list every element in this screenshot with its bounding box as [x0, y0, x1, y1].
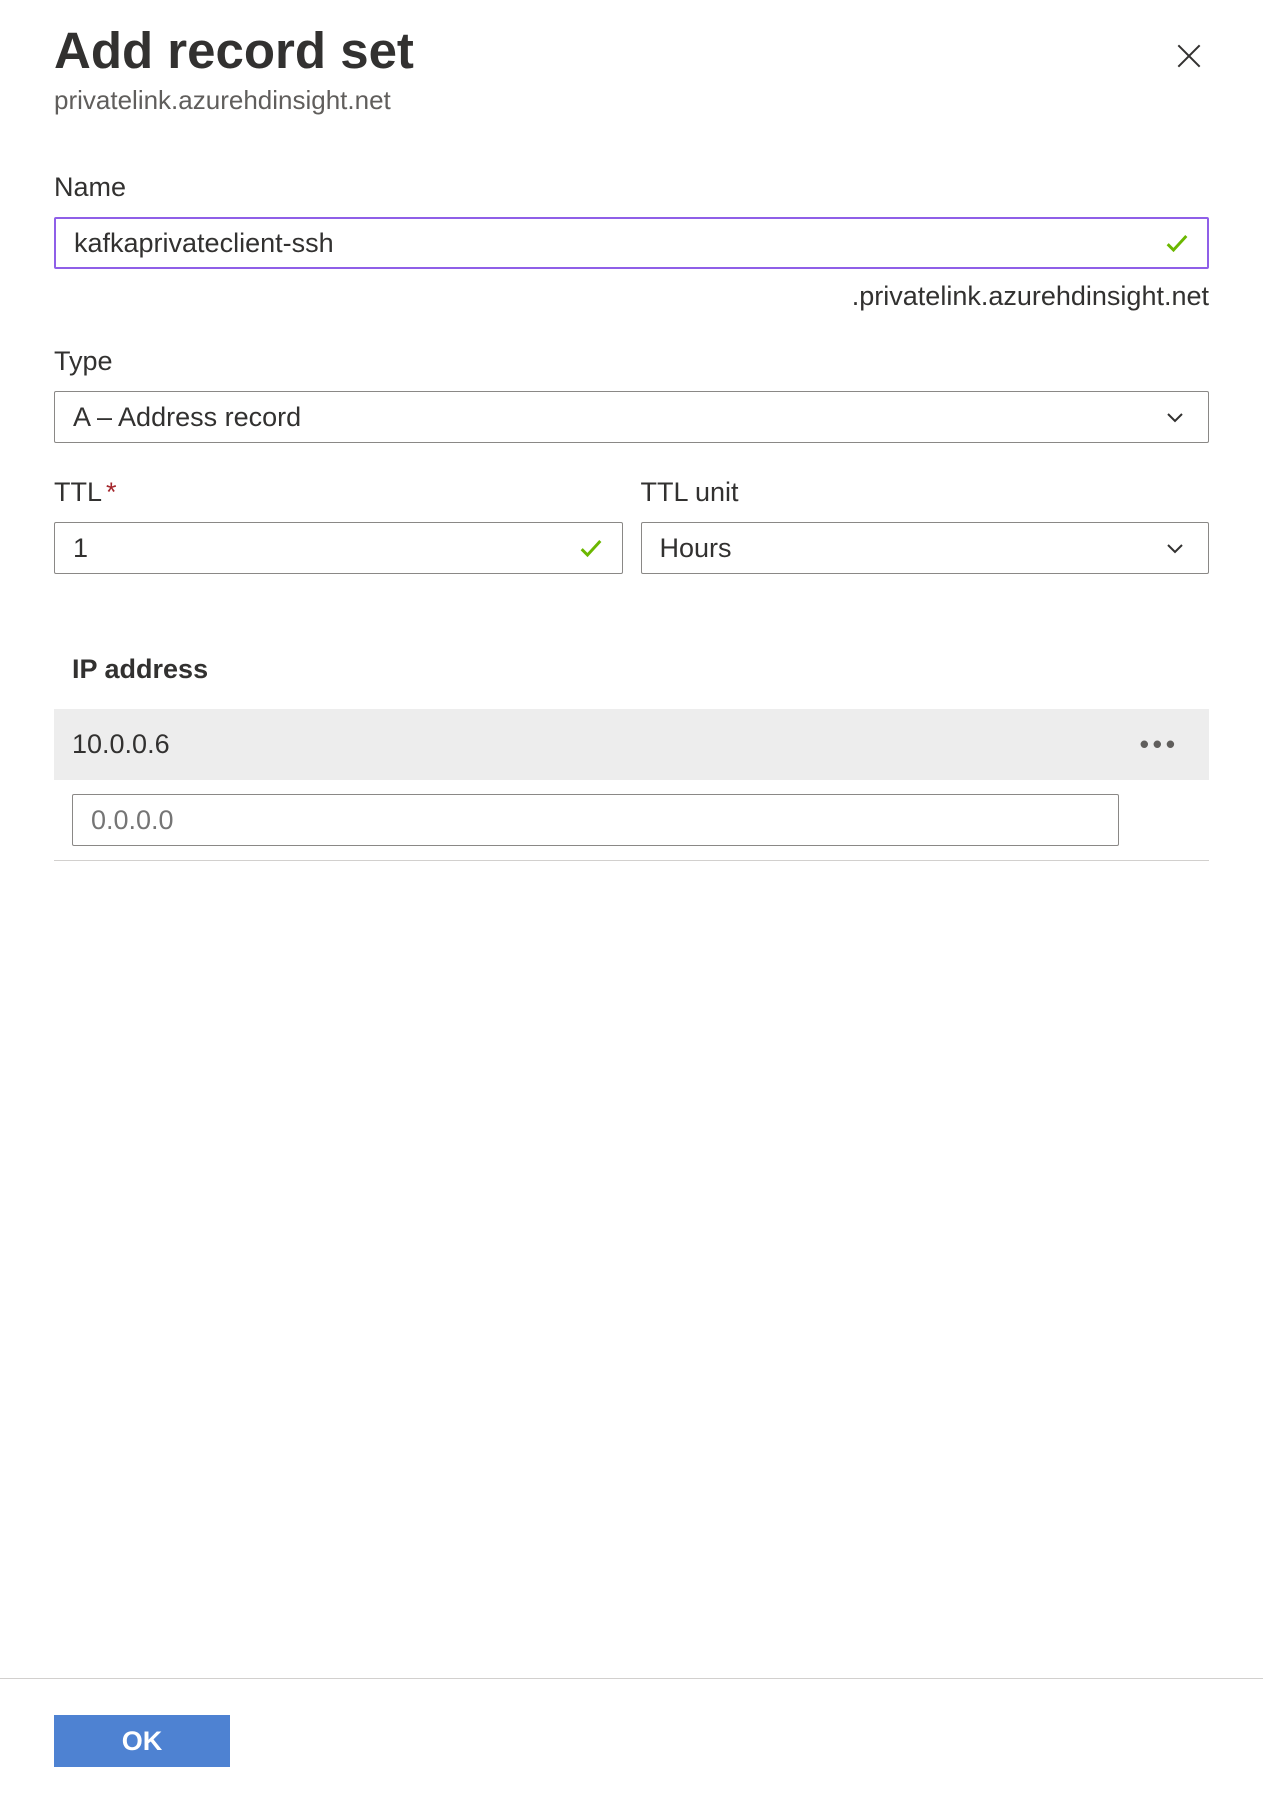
ttl-field-group: TTL*: [54, 477, 623, 574]
checkmark-icon: [577, 534, 605, 562]
name-field-group: Name .privatelink.azurehdinsight.net: [54, 172, 1209, 312]
ttl-label: TTL*: [54, 477, 623, 508]
ip-address-input[interactable]: [72, 794, 1119, 846]
ip-address-value: 10.0.0.6: [72, 729, 170, 760]
ttl-unit-select[interactable]: Hours: [641, 522, 1210, 574]
panel-subtitle: privatelink.azurehdinsight.net: [54, 85, 1209, 116]
required-asterisk: *: [106, 477, 117, 507]
ttl-unit-value: Hours: [660, 533, 732, 564]
name-suffix: .privatelink.azurehdinsight.net: [54, 281, 1209, 312]
ip-address-header: IP address: [54, 654, 1209, 709]
panel-footer: OK: [0, 1678, 1263, 1797]
ip-address-section: IP address 10.0.0.6 •••: [54, 654, 1209, 861]
ttl-unit-field-group: TTL unit Hours: [641, 477, 1210, 574]
ip-input-row: [54, 780, 1209, 861]
name-label: Name: [54, 172, 1209, 203]
chevron-down-icon: [1163, 536, 1187, 560]
ttl-input[interactable]: [54, 522, 623, 574]
type-field-group: Type A – Address record: [54, 346, 1209, 443]
ok-button[interactable]: OK: [54, 1715, 230, 1767]
type-label: Type: [54, 346, 1209, 377]
ip-address-row: 10.0.0.6 •••: [54, 709, 1209, 780]
ttl-label-text: TTL: [54, 477, 102, 507]
close-icon[interactable]: [1169, 36, 1209, 76]
chevron-down-icon: [1163, 405, 1187, 429]
type-value: A – Address record: [73, 402, 301, 433]
ttl-unit-label: TTL unit: [641, 477, 1210, 508]
more-icon[interactable]: •••: [1140, 729, 1179, 760]
name-input[interactable]: [54, 217, 1209, 269]
checkmark-icon: [1163, 229, 1191, 257]
type-select[interactable]: A – Address record: [54, 391, 1209, 443]
panel-title: Add record set: [54, 20, 414, 81]
